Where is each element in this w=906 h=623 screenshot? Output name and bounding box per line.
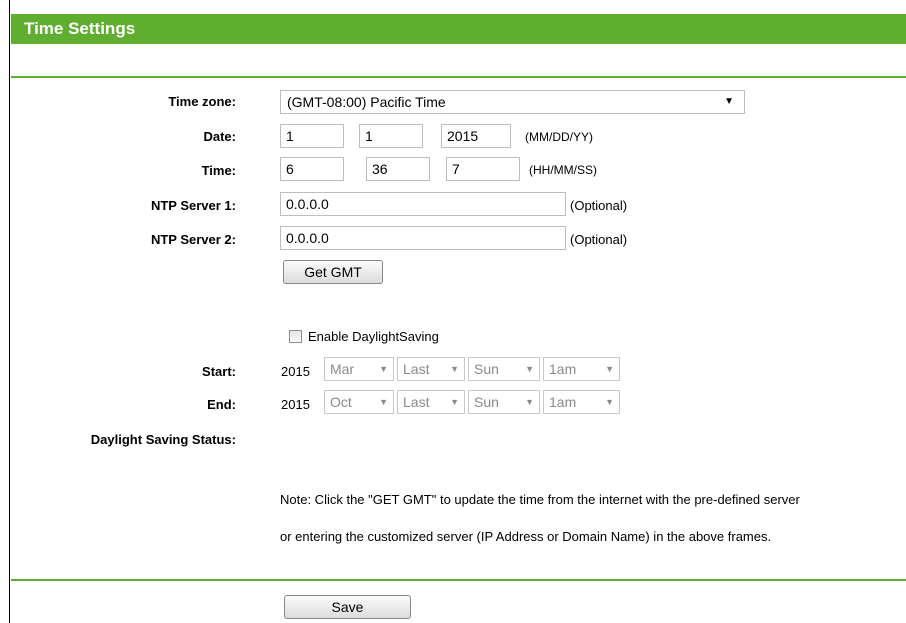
date-month-input[interactable]: 1 xyxy=(280,124,344,148)
ntp-server-2-input[interactable]: 0.0.0.0 xyxy=(280,226,566,250)
chevron-down-icon: ▼ xyxy=(605,364,614,374)
dst-status-label: Daylight Saving Status: xyxy=(90,432,236,447)
dst-start-hour-select[interactable]: 1am ▼ xyxy=(543,357,620,381)
chevron-down-icon: ▼ xyxy=(605,397,614,407)
frame-border xyxy=(9,0,10,623)
divider-top xyxy=(11,76,906,78)
chevron-down-icon: ▼ xyxy=(450,364,459,374)
time-minute-input[interactable]: 36 xyxy=(366,157,430,181)
time-zone-value: (GMT-08:00) Pacific Time xyxy=(287,94,446,110)
ntp-server-1-input[interactable]: 0.0.0.0 xyxy=(280,192,566,216)
date-year-input[interactable]: 2015 xyxy=(441,124,511,148)
dst-end-day-value: Sun xyxy=(474,394,499,410)
dst-start-day-value: Sun xyxy=(474,361,499,377)
dst-start-label: Start: xyxy=(202,364,236,379)
dst-end-week-select[interactable]: Last ▼ xyxy=(397,390,465,414)
chevron-down-icon: ▼ xyxy=(525,364,534,374)
dst-end-week-value: Last xyxy=(403,394,430,410)
dst-start-year: 2015 xyxy=(281,364,310,379)
date-day-input[interactable]: 1 xyxy=(359,124,423,148)
time-second-input[interactable]: 7 xyxy=(446,157,520,181)
dst-end-label: End: xyxy=(207,397,236,412)
chevron-down-icon: ▼ xyxy=(724,96,734,107)
time-hour-input[interactable]: 6 xyxy=(280,157,344,181)
time-label: Time: xyxy=(201,163,236,178)
dst-end-month-value: Oct xyxy=(330,394,352,410)
page-title: Time Settings xyxy=(11,14,906,44)
time-zone-select[interactable]: (GMT-08:00) Pacific Time ▼ xyxy=(280,90,745,114)
ntp-server-2-label: NTP Server 2: xyxy=(150,232,236,247)
ntp-server-2-optional: (Optional) xyxy=(570,232,628,247)
divider-bottom xyxy=(11,579,906,581)
enable-daylight-saving-checkbox[interactable] xyxy=(289,330,302,343)
dst-start-month-value: Mar xyxy=(330,361,355,377)
chevron-down-icon: ▼ xyxy=(379,397,388,407)
chevron-down-icon: ▼ xyxy=(379,364,388,374)
ntp-server-1-label: NTP Server 1: xyxy=(150,198,236,213)
note-line-1: Note: Click the "GET GMT" to update the … xyxy=(280,492,800,507)
chevron-down-icon: ▼ xyxy=(525,397,534,407)
time-format-hint: (HH/MM/SS) xyxy=(529,163,597,177)
dst-end-day-select[interactable]: Sun ▼ xyxy=(468,390,540,414)
note-line-2: or entering the customized server (IP Ad… xyxy=(280,529,772,544)
dst-start-day-select[interactable]: Sun ▼ xyxy=(468,357,540,381)
date-format-hint: (MM/DD/YY) xyxy=(525,130,593,144)
dst-start-month-select[interactable]: Mar ▼ xyxy=(324,357,394,381)
dst-start-hour-value: 1am xyxy=(549,361,577,377)
enable-daylight-saving-label: Enable DaylightSaving xyxy=(308,329,439,344)
save-button[interactable]: Save xyxy=(284,595,411,619)
date-label: Date: xyxy=(203,129,236,144)
ntp-server-1-optional: (Optional) xyxy=(570,198,628,213)
dst-end-hour-value: 1am xyxy=(549,394,577,410)
get-gmt-button[interactable]: Get GMT xyxy=(283,260,383,284)
dst-start-week-select[interactable]: Last ▼ xyxy=(397,357,465,381)
time-zone-label: Time zone: xyxy=(168,94,236,109)
dst-end-hour-select[interactable]: 1am ▼ xyxy=(543,390,620,414)
dst-start-week-value: Last xyxy=(403,361,430,377)
dst-end-year: 2015 xyxy=(281,397,310,412)
dst-end-month-select[interactable]: Oct ▼ xyxy=(324,390,394,414)
chevron-down-icon: ▼ xyxy=(450,397,459,407)
